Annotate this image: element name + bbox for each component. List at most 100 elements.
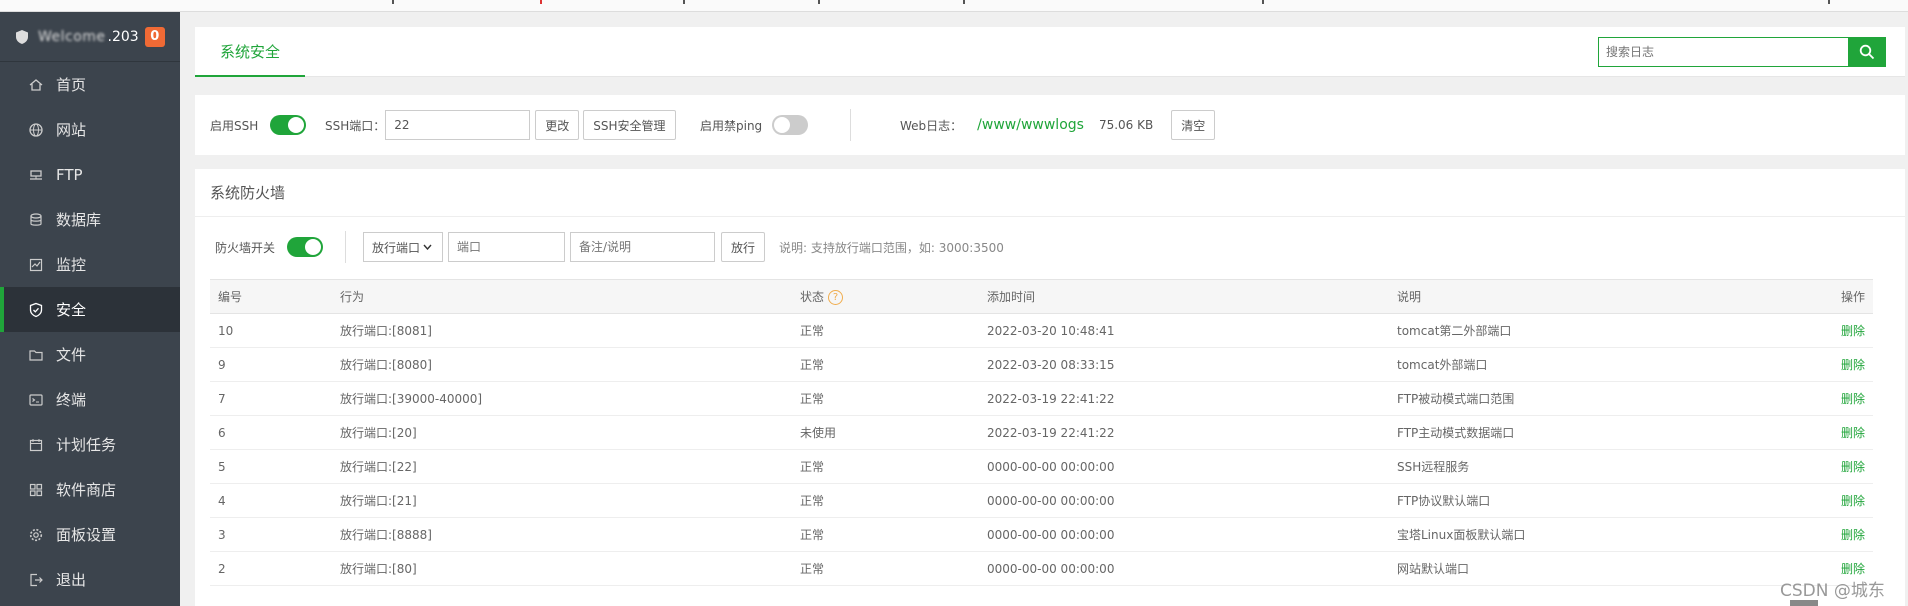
column-header-time[interactable]: 添加时间 xyxy=(979,279,1389,314)
ssh-settings-panel: 启用SSH SSH端口： 更改 SSH安全管理 启用禁ping Web日志： /… xyxy=(195,95,1905,155)
cell-op: 删除 xyxy=(1753,449,1873,484)
gear-icon xyxy=(28,527,44,543)
sidebar-item-5[interactable]: 安全 xyxy=(0,287,180,332)
cell-id: 7 xyxy=(210,381,332,416)
firewall-switch-row: 防火墙开关 xyxy=(215,217,347,277)
sidebar-item-7[interactable]: 终端 xyxy=(0,377,180,422)
notification-badge[interactable]: 0 xyxy=(144,26,165,47)
cell-id: 9 xyxy=(210,347,332,382)
column-header-action[interactable]: 行为 xyxy=(332,279,792,314)
sidebar-item-2[interactable]: FTP xyxy=(0,152,180,197)
apps-icon xyxy=(28,482,44,498)
cell-id: 6 xyxy=(210,415,332,450)
pagination-stub[interactable] xyxy=(1790,600,1818,606)
chevron-down-icon xyxy=(423,244,432,250)
cell-desc: FTP协议默认端口 xyxy=(1389,483,1753,518)
cell-action: 放行端口:[80] xyxy=(332,551,792,586)
weblog-path-link[interactable]: /www/wwwlogs xyxy=(977,117,1084,133)
column-header-id[interactable]: 编号 xyxy=(210,279,332,314)
sidebar-item-label: 软件商店 xyxy=(56,481,117,499)
sidebar-header: Welcome .203 0 xyxy=(0,12,180,62)
change-port-button[interactable]: 更改 xyxy=(535,110,580,140)
help-icon[interactable]: ? xyxy=(828,290,844,305)
delete-rule-link[interactable]: 删除 xyxy=(1841,494,1865,508)
ssh-port-label: SSH端口： xyxy=(325,118,386,133)
ssh-port-input[interactable] xyxy=(385,110,531,140)
cell-status: 未使用 xyxy=(792,415,979,450)
table-row: 7 放行端口:[39000-40000] 正常 2022-03-19 22:41:22… xyxy=(210,381,1873,416)
sidebar-item-4[interactable]: 监控 xyxy=(0,242,180,287)
cell-action: 放行端口:[8888] xyxy=(332,517,792,552)
sidebar-item-0[interactable]: 首页 xyxy=(0,62,180,107)
log-search xyxy=(1598,37,1886,67)
cell-status: 正常 xyxy=(792,517,979,552)
cell-desc: SSH远程服务 xyxy=(1389,449,1753,484)
weblog-row: Web日志： /www/wwwlogs 75.06 KB 清空 xyxy=(900,95,1216,155)
cell-time: 2022-03-20 08:33:15 xyxy=(979,347,1389,382)
cell-time: 0000-00-00 00:00:00 xyxy=(979,551,1389,586)
folder-icon xyxy=(28,347,44,363)
server-host-masked: Welcome xyxy=(38,28,106,45)
cell-status: 正常 xyxy=(792,551,979,586)
cell-action: 放行端口:[8081] xyxy=(332,313,792,348)
sidebar-item-3[interactable]: 数据库 xyxy=(0,197,180,242)
ftp-icon xyxy=(28,167,44,183)
delete-rule-link[interactable]: 删除 xyxy=(1841,392,1865,406)
firewall-switch-toggle[interactable] xyxy=(287,237,324,257)
ssh-enable-toggle[interactable] xyxy=(270,115,307,135)
sidebar-item-9[interactable]: 软件商店 xyxy=(0,467,180,512)
server-host-tail: .203 xyxy=(107,28,139,45)
delete-rule-link[interactable]: 删除 xyxy=(1841,562,1865,576)
column-header-status[interactable]: 状态? xyxy=(792,279,979,314)
cell-status: 正常 xyxy=(792,381,979,416)
port-input[interactable] xyxy=(448,232,565,262)
firewall-panel: 系统防火墙 防火墙开关 放行端口 放行 说明: 支持放行端口范围，如: 3000… xyxy=(195,169,1905,606)
sidebar-item-label: 网站 xyxy=(56,121,87,139)
cell-id: 2 xyxy=(210,551,332,586)
cell-id: 4 xyxy=(210,483,332,518)
cell-time: 2022-03-20 10:48:41 xyxy=(979,313,1389,348)
sidebar-item-6[interactable]: 文件 xyxy=(0,332,180,377)
delete-rule-link[interactable]: 删除 xyxy=(1841,324,1865,338)
cell-desc: 宝塔Linux面板默认端口 xyxy=(1389,517,1753,552)
log-search-button[interactable] xyxy=(1848,37,1886,67)
tab-system-security[interactable]: 系统安全 xyxy=(195,27,306,77)
cell-time: 0000-00-00 00:00:00 xyxy=(979,483,1389,518)
cell-op: 删除 xyxy=(1753,313,1873,348)
cell-status: 正常 xyxy=(792,347,979,382)
cell-op: 删除 xyxy=(1753,415,1873,450)
sidebar-item-label: 退出 xyxy=(56,571,87,589)
sidebar-item-11[interactable]: 退出 xyxy=(0,557,180,602)
divider xyxy=(850,109,851,141)
note-input[interactable] xyxy=(570,232,715,262)
sidebar-item-1[interactable]: 网站 xyxy=(0,107,180,152)
column-header-desc[interactable]: 说明 xyxy=(1389,279,1753,314)
delete-rule-link[interactable]: 删除 xyxy=(1841,460,1865,474)
sidebar-item-label: 终端 xyxy=(56,391,87,409)
cell-status: 正常 xyxy=(792,449,979,484)
globe-icon xyxy=(28,122,44,138)
log-search-input[interactable] xyxy=(1598,37,1848,67)
table-row: 9 放行端口:[8080] 正常 2022-03-20 08:33:15 tomcat外… xyxy=(210,347,1873,382)
delete-rule-link[interactable]: 删除 xyxy=(1841,426,1865,440)
cell-time: 0000-00-00 00:00:00 xyxy=(979,517,1389,552)
action-select[interactable]: 放行端口 xyxy=(363,232,443,262)
ssh-manage-button[interactable]: SSH安全管理 xyxy=(583,110,676,140)
clear-log-button[interactable]: 清空 xyxy=(1171,110,1216,140)
cell-id: 10 xyxy=(210,313,332,348)
sidebar-item-10[interactable]: 面板设置 xyxy=(0,512,180,557)
delete-rule-link[interactable]: 删除 xyxy=(1841,528,1865,542)
shield-icon xyxy=(28,302,44,318)
column-header-op: 操作 xyxy=(1753,279,1873,314)
port-range-hint: 说明: 支持放行端口范围，如: 3000:3500 xyxy=(779,240,1004,255)
cell-time: 2022-03-19 22:41:22 xyxy=(979,415,1389,450)
ssh-enable-row: 启用SSH xyxy=(210,95,307,155)
ssh-enable-label: 启用SSH xyxy=(210,118,259,133)
firewall-add-row: 放行端口 放行 说明: 支持放行端口范围，如: 3000:3500 xyxy=(363,217,1004,277)
ping-toggle[interactable] xyxy=(772,115,809,135)
allow-port-button[interactable]: 放行 xyxy=(721,232,766,262)
cell-action: 放行端口:[8080] xyxy=(332,347,792,382)
delete-rule-link[interactable]: 删除 xyxy=(1841,358,1865,372)
cell-op: 删除 xyxy=(1753,483,1873,518)
sidebar-item-8[interactable]: 计划任务 xyxy=(0,422,180,467)
